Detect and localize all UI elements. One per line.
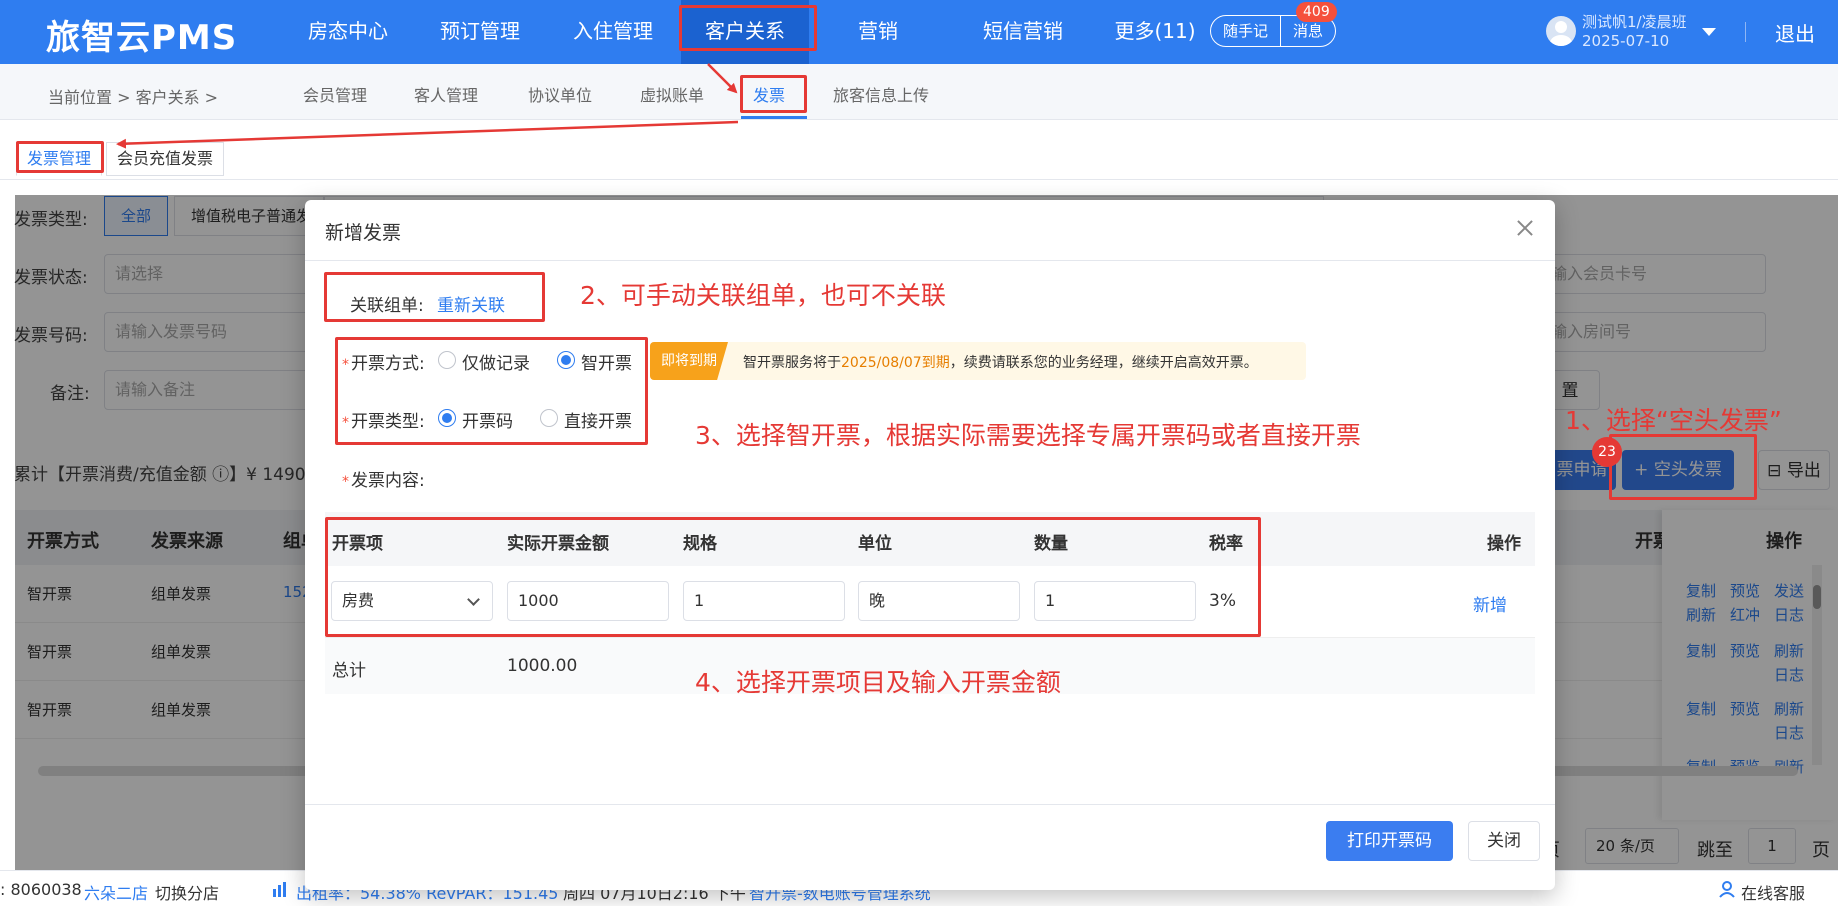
top-nav: 旅智云PMS 房态中心 预订管理 入住管理 客户关系 营销 短信营销 更多(11…	[0, 0, 1838, 64]
invoice-item-select[interactable]: 房费	[331, 581, 493, 621]
chevron-down-icon[interactable]	[1702, 28, 1716, 36]
invoice-item-row: 房费 1000 1 晚 1 3% 新增	[325, 566, 1535, 638]
subnav-invoice[interactable]: 发票	[753, 82, 785, 106]
apply-count-badge: 23	[1592, 437, 1622, 467]
nav-marketing[interactable]: 营销	[855, 0, 901, 64]
bar-chart-icon	[272, 880, 290, 902]
print-invoice-code-button[interactable]: 打印开票码	[1326, 821, 1453, 861]
radio-smart-invoice-label[interactable]: 智开票	[581, 349, 632, 374]
radio-smart-invoice[interactable]	[557, 351, 575, 369]
annotation-step2: 2、可手动关联组单，也可不关联	[580, 281, 946, 310]
dialog-header-divider	[305, 260, 1555, 261]
note-button[interactable]: 随手记	[1211, 16, 1280, 46]
col-invoice-item: 开票项	[332, 534, 383, 554]
add-row-link[interactable]: 新增	[1473, 591, 1507, 616]
subnav-active-indicator	[741, 116, 807, 119]
col-quantity: 数量	[1034, 534, 1068, 554]
subnav-member-management[interactable]: 会员管理	[303, 82, 367, 106]
invoice-content-label: * 发票内容:	[342, 471, 425, 491]
dialog-title: 新增发票	[325, 222, 402, 244]
col-tax-rate: 税率	[1209, 534, 1243, 554]
col-spec: 规格	[683, 534, 717, 554]
radio-record-only[interactable]	[438, 351, 456, 369]
expiry-notice: 即将到期 智开票服务将于2025/08/07到期，续费请联系您的业务经理，继续开…	[650, 342, 1306, 380]
total-label: 总计	[332, 661, 366, 681]
tab-member-recharge-invoice[interactable]: 会员充值发票	[106, 142, 225, 176]
user-avatar[interactable]	[1546, 16, 1576, 46]
headset-icon	[1718, 880, 1736, 902]
app-logo[interactable]: 旅智云PMS	[46, 10, 237, 59]
annotation-step4: 4、选择开票项目及输入开票金额	[695, 668, 1061, 697]
subnav-virtual-bill[interactable]: 虚拟账单	[640, 82, 704, 106]
total-value: 1000.00	[507, 656, 578, 676]
amount-input[interactable]: 1000	[507, 581, 669, 621]
nav-checkin[interactable]: 入住管理	[565, 0, 661, 64]
hotel-code: : 8060038	[0, 880, 82, 899]
online-service-button[interactable]: 在线客服	[1741, 880, 1805, 904]
nav-room-status[interactable]: 房态中心	[300, 0, 396, 64]
page-tabs: 发票管理 会员充值发票	[0, 120, 1838, 180]
chevron-down-icon	[467, 593, 480, 606]
relink-group-link[interactable]: 重新关联	[437, 291, 505, 316]
nav-customer-relations[interactable]: 客户关系	[681, 0, 809, 64]
business-date: 2025-07-10	[1582, 32, 1670, 50]
radio-invoice-code-label[interactable]: 开票码	[462, 407, 513, 432]
message-count-badge: 409	[1296, 2, 1337, 22]
spec-input[interactable]: 1	[683, 581, 845, 621]
annotation-step3: 3、选择智开票，根据实际需要选择专属开票码或者直接开票	[695, 421, 1361, 450]
nav-more[interactable]: 更多(11)	[1100, 0, 1210, 64]
issue-type-label: * 开票类型:	[342, 412, 425, 432]
issue-method-label: * 开票方式:	[342, 354, 425, 374]
subnav-agreement-units[interactable]: 协议单位	[528, 82, 592, 106]
invoice-items-header: 开票项 实际开票金额 规格 单位 数量 税率 操作	[325, 512, 1535, 566]
nav-reservation[interactable]: 预订管理	[432, 0, 528, 64]
dialog-footer-divider	[305, 804, 1555, 805]
breadcrumb: 当前位置 > 客户关系 >	[48, 88, 219, 107]
subnav-traveler-upload[interactable]: 旅客信息上传	[833, 82, 929, 106]
radio-direct-issue-label[interactable]: 直接开票	[564, 407, 632, 432]
nav-sms-marketing[interactable]: 短信营销	[965, 0, 1081, 64]
switch-store-button[interactable]: 切换分店	[155, 880, 219, 904]
user-name[interactable]: 测试帆1/凌晨班	[1582, 11, 1687, 32]
radio-record-only-label[interactable]: 仅做记录	[462, 349, 530, 374]
store-name: 六朵二店	[84, 884, 149, 903]
nav-divider	[1745, 22, 1746, 42]
tab-invoice-management[interactable]: 发票管理	[16, 142, 103, 176]
col-unit: 单位	[858, 534, 892, 554]
expiry-notice-text: 智开票服务将于2025/08/07到期，续费请联系您的业务经理，继续开启高效开票…	[743, 355, 1258, 371]
close-icon[interactable]	[1513, 216, 1537, 240]
expiry-tag: 即将到期	[650, 342, 728, 380]
quantity-input[interactable]: 1	[1034, 581, 1196, 621]
unit-input[interactable]: 晚	[858, 581, 1020, 621]
subnav-guest-management[interactable]: 客人管理	[414, 82, 478, 106]
close-dialog-button[interactable]: 关闭	[1468, 821, 1540, 861]
tax-rate-value: 3%	[1209, 591, 1236, 611]
col-actual-amount: 实际开票金额	[507, 534, 609, 554]
link-group-label: 关联组单:	[350, 296, 424, 316]
annotation-step1: 1、选择“空头发票”	[1565, 406, 1782, 435]
logout-button[interactable]: 退出	[1775, 18, 1815, 47]
radio-direct-issue[interactable]	[540, 409, 558, 427]
sub-nav: 当前位置 > 客户关系 > 会员管理 客人管理 协议单位 虚拟账单 发票 旅客信…	[0, 64, 1838, 120]
radio-invoice-code[interactable]	[438, 409, 456, 427]
col-actions: 操作	[1487, 534, 1521, 554]
